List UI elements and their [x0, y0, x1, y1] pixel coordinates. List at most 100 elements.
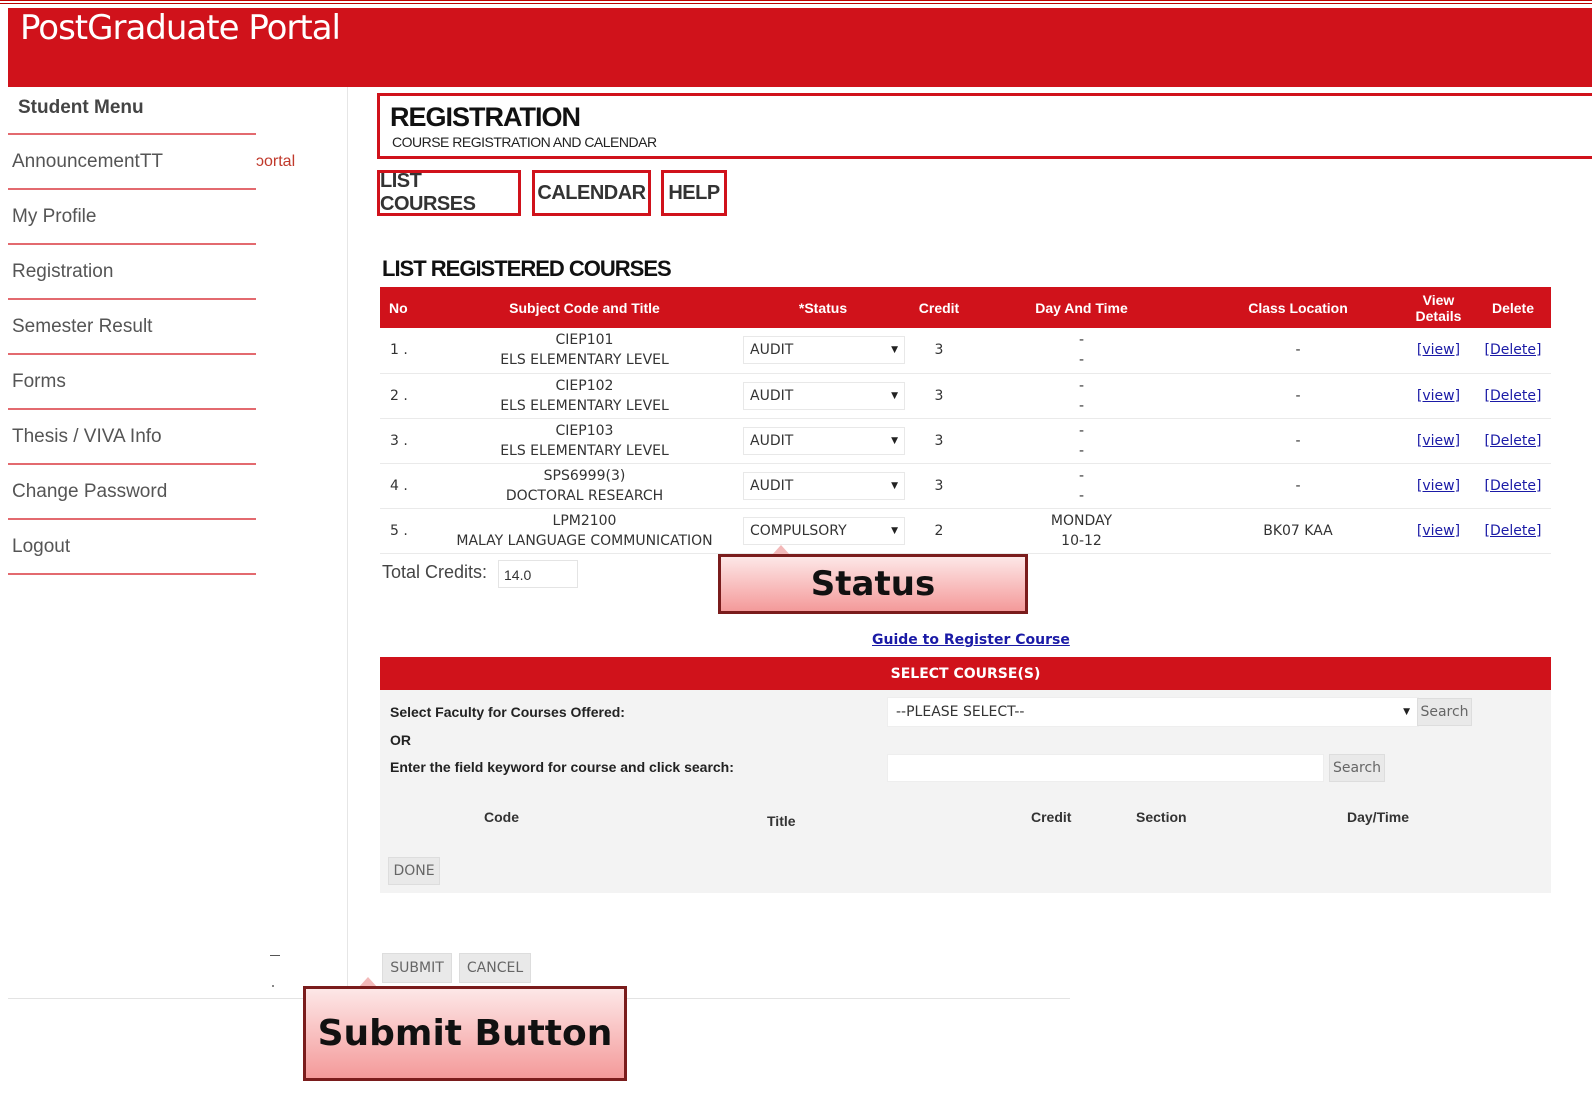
sidebar-item-logout[interactable]: Logout: [12, 536, 70, 558]
dropdown-arrow-icon: ▼: [891, 390, 898, 401]
select-courses-header: SELECT COURSE(S): [380, 657, 1551, 690]
registration-header-box: REGISTRATION COURSE REGISTRATION AND CAL…: [377, 93, 1592, 159]
sidebar-item-semester-result[interactable]: Semester Result: [12, 316, 152, 338]
table-row: 1 . CIEP101 ELS ELEMENTARY LEVEL AUDIT ▼ 3…: [380, 328, 1551, 374]
status-value: AUDIT: [750, 387, 794, 404]
portal-header: PostGraduate Portal: [8, 8, 1592, 87]
view-details-link[interactable]: [view]: [1417, 523, 1460, 539]
subject-code: CIEP102: [555, 377, 614, 394]
sidebar-item-registration[interactable]: Registration: [12, 261, 113, 283]
subject-cell: CIEP102 ELS ELEMENTARY LEVEL: [432, 373, 737, 419]
view-details-link[interactable]: [view]: [1417, 342, 1460, 358]
sidebar-item-thesis-viva[interactable]: Thesis / VIVA Info: [12, 426, 162, 448]
sidebar-item-my-profile[interactable]: My Profile: [12, 206, 96, 228]
faculty-label: Select Faculty for Courses Offered:: [390, 704, 625, 720]
day-value: -: [1078, 332, 1085, 349]
view-details-link[interactable]: [view]: [1417, 433, 1460, 449]
day-value: MONDAY: [1050, 512, 1113, 529]
done-button[interactable]: DONE: [388, 857, 440, 885]
menu-divider: [8, 353, 256, 355]
col-header-delete: Delete: [1475, 287, 1551, 328]
tab-calendar[interactable]: CALENDAR: [532, 170, 651, 216]
delete-cell: [Delete]: [1475, 508, 1551, 554]
sidebar-item-announcement[interactable]: AnnouncementTT: [12, 151, 163, 173]
top-border: [0, 0, 1592, 4]
subject-title: ELS ELEMENTARY LEVEL: [500, 397, 669, 414]
status-select[interactable]: AUDIT ▼: [743, 381, 905, 410]
location-cell: -: [1194, 463, 1402, 509]
delete-link[interactable]: [Delete]: [1485, 342, 1542, 358]
sidebar-dash: [270, 955, 280, 956]
faculty-select[interactable]: --PLEASE SELECT-- ▼: [887, 697, 1419, 727]
col-header-no: No: [380, 287, 432, 328]
view-cell: [view]: [1402, 373, 1475, 419]
guide-register-course-link[interactable]: Guide to Register Course: [872, 632, 1070, 648]
select-courses-panel: SELECT COURSE(S) Select Faculty for Cour…: [380, 657, 1551, 893]
status-select[interactable]: AUDIT ▼: [743, 426, 905, 455]
submit-button-callout: Submit Button: [303, 986, 627, 1081]
dropdown-arrow-icon: ▼: [1403, 707, 1410, 717]
day-value: -: [1078, 377, 1085, 394]
cancel-button[interactable]: CANCEL: [459, 953, 531, 983]
dropdown-arrow-icon: ▼: [891, 525, 898, 536]
view-cell: [view]: [1402, 463, 1475, 509]
col-header-view-details: View Details: [1402, 287, 1475, 328]
table-row: 3 . CIEP103 ELS ELEMENTARY LEVEL AUDIT ▼ 3…: [380, 418, 1551, 464]
view-details-link[interactable]: [view]: [1417, 478, 1460, 494]
time-value: -: [1078, 397, 1085, 414]
view-cell: [view]: [1402, 328, 1475, 374]
sidebar-item-forms[interactable]: Forms: [12, 371, 66, 393]
delete-link[interactable]: [Delete]: [1485, 388, 1542, 404]
status-cell: COMPULSORY ▼: [737, 508, 909, 554]
day-time-cell: --: [969, 418, 1194, 464]
col-header-day-time: Day And Time: [969, 287, 1194, 328]
status-value: AUDIT: [750, 477, 794, 494]
menu-divider: [8, 573, 256, 575]
row-number: 4 .: [380, 463, 432, 509]
page-title: REGISTRATION: [390, 102, 581, 132]
delete-link[interactable]: [Delete]: [1485, 433, 1542, 449]
subject-code: CIEP101: [555, 332, 614, 349]
sidebar-item-change-password[interactable]: Change Password: [12, 481, 167, 503]
time-value: -: [1078, 352, 1085, 369]
subject-title: ELS ELEMENTARY LEVEL: [500, 352, 669, 369]
keyword-search-button[interactable]: Search: [1329, 754, 1385, 782]
credit-cell: 2: [909, 508, 969, 554]
col-header-subject: Subject Code and Title: [432, 287, 737, 328]
view-cell: [view]: [1402, 418, 1475, 464]
tab-list-courses[interactable]: LIST COURSES: [377, 170, 521, 216]
view-cell: [view]: [1402, 508, 1475, 554]
faculty-select-value: --PLEASE SELECT--: [896, 704, 1025, 720]
portal-title: PostGraduate Portal: [20, 8, 341, 48]
delete-link[interactable]: [Delete]: [1485, 478, 1542, 494]
submit-button[interactable]: SUBMIT: [382, 953, 452, 983]
dropdown-arrow-icon: ▼: [891, 435, 898, 446]
col-header-credit: Credit: [909, 287, 969, 328]
student-menu-title: Student Menu: [18, 97, 144, 118]
registered-courses-table: No Subject Code and Title *Status Credit…: [380, 287, 1551, 554]
subject-cell: CIEP103 ELS ELEMENTARY LEVEL: [432, 418, 737, 464]
subject-code: LPM2100: [552, 512, 617, 529]
delete-cell: [Delete]: [1475, 328, 1551, 374]
faculty-search-button[interactable]: Search: [1417, 698, 1472, 726]
delete-link[interactable]: [Delete]: [1485, 523, 1542, 539]
subject-code: CIEP103: [555, 422, 614, 439]
col-header-section: Section: [1136, 809, 1187, 825]
subject-code: SPS6999(3): [543, 467, 626, 484]
tab-help[interactable]: HELP: [661, 170, 727, 216]
view-details-link[interactable]: [view]: [1417, 388, 1460, 404]
row-number: 1 .: [380, 328, 432, 374]
keyword-input[interactable]: [887, 754, 1324, 782]
status-cell: AUDIT ▼: [737, 373, 909, 419]
col-header-location: Class Location: [1194, 287, 1402, 328]
day-value: -: [1078, 422, 1085, 439]
page-subtitle: COURSE REGISTRATION AND CALENDAR: [392, 134, 657, 150]
status-select[interactable]: COMPULSORY ▼: [743, 516, 905, 545]
menu-divider: [8, 518, 256, 520]
status-select[interactable]: AUDIT ▼: [743, 471, 905, 500]
row-number: 3 .: [380, 418, 432, 464]
status-select[interactable]: AUDIT ▼: [743, 336, 905, 365]
subject-title: ELS ELEMENTARY LEVEL: [500, 442, 669, 459]
dropdown-arrow-icon: ▼: [891, 345, 898, 356]
credit-cell: 3: [909, 328, 969, 374]
